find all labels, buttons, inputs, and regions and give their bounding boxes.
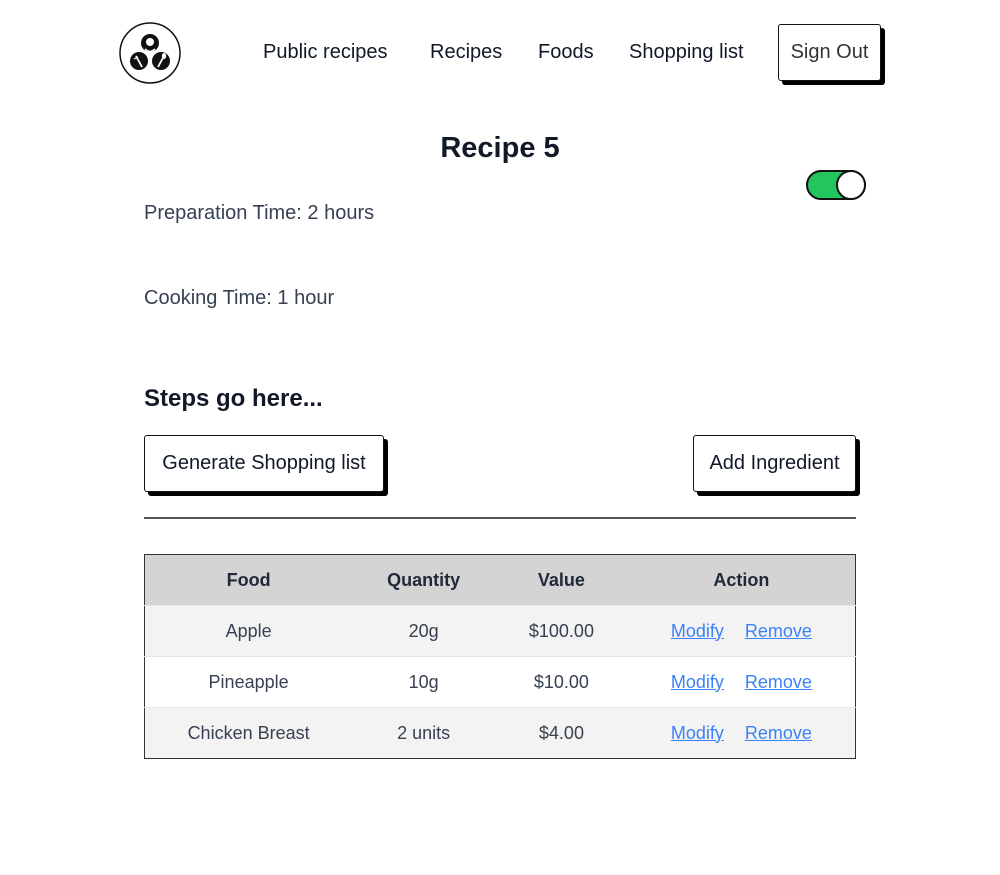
remove-link[interactable]: Remove <box>745 672 812 692</box>
cell-action: Modify Remove <box>627 656 856 708</box>
remove-link[interactable]: Remove <box>745 621 812 641</box>
header-quantity: Quantity <box>352 554 496 606</box>
cell-food: Apple <box>144 605 353 657</box>
cell-value: $100.00 <box>495 605 628 657</box>
header-action: Action <box>627 554 856 606</box>
modify-link[interactable]: Modify <box>671 672 724 692</box>
modify-link[interactable]: Modify <box>671 621 724 641</box>
header-value: Value <box>495 554 628 606</box>
nav-public-recipes[interactable]: Public recipes <box>263 41 388 64</box>
table-header-row: Food Quantity Value Action <box>144 554 856 606</box>
cell-quantity: 2 units <box>352 707 496 759</box>
nav-shopping-list[interactable]: Shopping list <box>629 41 744 64</box>
remove-link[interactable]: Remove <box>745 723 812 743</box>
ingredients-table: Food Quantity Value Action Apple 20g $10… <box>144 554 856 759</box>
preparation-time: Preparation Time: 2 hours <box>144 202 375 224</box>
table-row: Pineapple 10g $10.00 Modify Remove <box>144 656 856 708</box>
table-row: Apple 20g $100.00 Modify Remove <box>144 605 856 657</box>
page-title: Recipe 5 <box>440 132 560 164</box>
table-row: Chicken Breast 2 units $4.00 Modify Remo… <box>144 707 856 759</box>
cell-food: Pineapple <box>144 656 353 708</box>
public-toggle[interactable] <box>806 170 866 200</box>
nav-recipes[interactable]: Recipes <box>430 41 502 64</box>
generate-shopping-list-button[interactable]: Generate Shopping list <box>144 435 384 492</box>
header-food: Food <box>144 554 353 606</box>
cell-action: Modify Remove <box>627 707 856 759</box>
steps-heading: Steps go here... <box>144 385 323 412</box>
add-ingredient-button[interactable]: Add Ingredient <box>693 435 856 492</box>
modify-link[interactable]: Modify <box>671 723 724 743</box>
cell-value: $10.00 <box>495 656 628 708</box>
cell-value: $4.00 <box>495 707 628 759</box>
chef-logo-icon[interactable] <box>118 21 182 85</box>
cell-quantity: 10g <box>352 656 496 708</box>
sign-out-button[interactable]: Sign Out <box>778 24 881 81</box>
nav-foods[interactable]: Foods <box>538 41 594 64</box>
cooking-time: Cooking Time: 1 hour <box>144 287 335 309</box>
toggle-knob <box>836 170 866 200</box>
header: Public recipes Recipes Foods Shopping li… <box>0 0 1000 106</box>
cell-food: Chicken Breast <box>144 707 353 759</box>
cell-quantity: 20g <box>352 605 496 657</box>
cell-action: Modify Remove <box>627 605 856 657</box>
divider <box>144 517 856 519</box>
